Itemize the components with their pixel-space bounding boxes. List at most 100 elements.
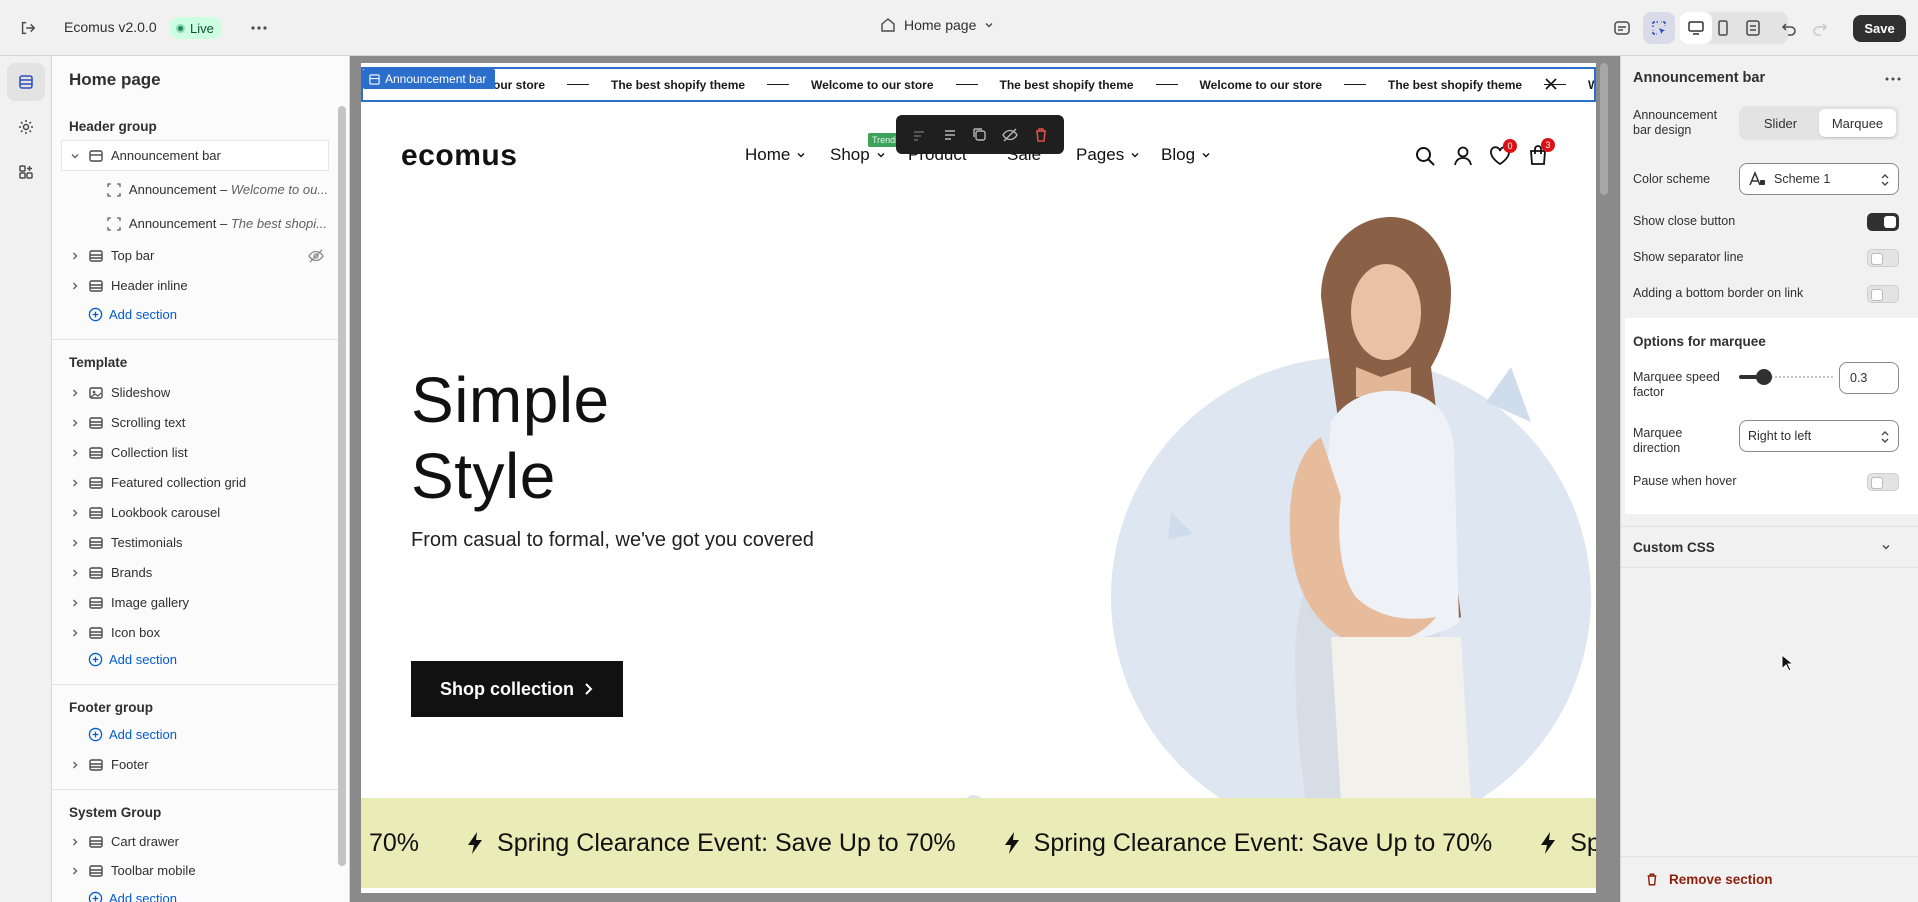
section-collection-list[interactable]: Collection list <box>62 438 328 467</box>
shop-collection-button[interactable]: Shop collection <box>411 661 623 717</box>
redo-icon[interactable] <box>1804 12 1836 44</box>
chevron-right-icon[interactable] <box>68 386 82 400</box>
remove-section-button[interactable]: Remove section <box>1621 856 1918 902</box>
more-icon[interactable] <box>1885 76 1901 82</box>
chevron-right-icon[interactable] <box>68 416 82 430</box>
pause-toggle[interactable] <box>1867 473 1899 491</box>
chevron-right-icon[interactable] <box>68 279 82 293</box>
section-header-inline[interactable]: Header inline <box>62 271 328 300</box>
hidden-eye-icon[interactable] <box>308 248 324 264</box>
chevron-right-icon[interactable] <box>68 566 82 580</box>
separator-line <box>767 83 790 86</box>
more-icon[interactable] <box>243 12 275 44</box>
bottom-border-toggle[interactable] <box>1867 285 1899 303</box>
chevron-right-icon[interactable] <box>68 506 82 520</box>
chevron-right-icon[interactable] <box>68 536 82 550</box>
add-section-footer[interactable]: Add section <box>88 727 177 742</box>
section-featured-collection-grid[interactable]: Featured collection grid <box>62 468 328 497</box>
announcement-text: Welcome to our store <box>811 77 934 92</box>
section-top-bar[interactable]: Top bar <box>62 241 328 270</box>
close-icon[interactable] <box>1543 76 1559 92</box>
add-section-header[interactable]: Add section <box>88 307 177 322</box>
theme-store-icon[interactable] <box>1606 12 1638 44</box>
section-lookbook-carousel[interactable]: Lookbook carousel <box>62 498 328 527</box>
move-down-icon[interactable] <box>942 127 958 143</box>
duplicate-icon[interactable] <box>972 127 988 143</box>
direction-select[interactable]: Right to left <box>1739 420 1899 452</box>
plus-circle-icon <box>88 652 103 667</box>
announcement-text: The best shopify theme <box>999 77 1134 92</box>
nav-pages[interactable]: Pages <box>1076 145 1140 165</box>
mobile-icon[interactable] <box>1707 12 1739 44</box>
chevron-right-icon[interactable] <box>68 864 82 878</box>
sections-icon[interactable] <box>7 63 45 101</box>
show-separator-toggle[interactable] <box>1867 249 1899 267</box>
add-section-template[interactable]: Add section <box>88 652 177 667</box>
design-option-marquee[interactable]: Marquee <box>1819 109 1896 137</box>
block-announcement-theme[interactable]: Announcement – The best shopi... <box>62 209 328 238</box>
promo-item: Sprin <box>1540 829 1596 858</box>
section-image-gallery[interactable]: Image gallery <box>62 588 328 617</box>
show-close-toggle[interactable] <box>1867 213 1899 231</box>
design-option-slider[interactable]: Slider <box>1742 109 1819 137</box>
chevron-right-icon[interactable] <box>68 758 82 772</box>
move-up-icon[interactable] <box>911 127 927 143</box>
delete-trash-icon[interactable] <box>1033 127 1049 143</box>
design-segmented: Slider Marquee <box>1739 106 1899 140</box>
section-brands[interactable]: Brands <box>62 558 328 587</box>
inspector-icon[interactable] <box>1643 12 1675 44</box>
speed-slider[interactable] <box>1739 367 1833 387</box>
section-label: Header inline <box>111 278 188 293</box>
undo-icon[interactable] <box>1773 12 1805 44</box>
page-selector[interactable]: Home page <box>880 17 994 33</box>
live-dot-icon <box>176 23 185 33</box>
hide-eye-icon[interactable] <box>1002 127 1019 143</box>
store-logo[interactable]: ecomus <box>401 139 517 173</box>
announcement-bar[interactable]: our store The best shopify theme Welcome t… <box>361 67 1596 102</box>
nav-blog[interactable]: Blog <box>1161 145 1211 165</box>
section-footer[interactable]: Footer <box>62 750 328 779</box>
exit-icon[interactable] <box>12 12 44 44</box>
announcement-text: our store <box>493 77 546 92</box>
chevron-right-icon[interactable] <box>68 596 82 610</box>
chevron-right-icon[interactable] <box>68 249 82 263</box>
hero-subtitle: From casual to formal, we've got you cov… <box>411 529 814 551</box>
chevron-down-icon <box>1131 153 1139 158</box>
chevron-right-icon[interactable] <box>68 476 82 490</box>
left-scrollbar[interactable] <box>338 106 346 866</box>
section-icon <box>88 415 104 431</box>
chevron-right-icon[interactable] <box>68 626 82 640</box>
chevron-down-icon <box>797 153 805 158</box>
chevron-right-icon[interactable] <box>68 835 82 849</box>
separator-line <box>955 83 978 86</box>
section-toolbar-mobile[interactable]: Toolbar mobile <box>62 856 328 885</box>
block-announcement-welcome[interactable]: Announcement – Welcome to ou... <box>62 175 328 204</box>
section-icon-box[interactable]: Icon box <box>62 618 328 647</box>
section-cart-drawer[interactable]: Cart drawer <box>62 827 328 856</box>
speed-slider-handle[interactable] <box>1756 369 1772 385</box>
section-scrolling-text[interactable]: Scrolling text <box>62 408 328 437</box>
nav-home[interactable]: Home <box>745 145 806 165</box>
section-testimonials[interactable]: Testimonials <box>62 528 328 557</box>
section-label: Brands <box>111 565 153 580</box>
nav-shop[interactable]: Shop <box>830 145 886 165</box>
settings-gear-icon[interactable] <box>7 108 45 146</box>
add-section-system[interactable]: Add section <box>88 891 177 902</box>
search-icon[interactable] <box>1414 145 1436 167</box>
custom-css-accordion[interactable]: Custom CSS <box>1621 527 1918 567</box>
section-icon <box>88 834 104 850</box>
section-label: Testimonials <box>111 535 183 550</box>
chevron-down-icon[interactable] <box>68 149 82 163</box>
section-label: Collection list <box>111 445 188 460</box>
chevron-right-icon[interactable] <box>68 446 82 460</box>
fullscreen-icon[interactable] <box>1737 12 1769 44</box>
save-button[interactable]: Save <box>1853 15 1906 42</box>
section-announcement-bar[interactable]: Announcement bar <box>62 141 328 170</box>
account-icon[interactable] <box>1452 145 1474 167</box>
apps-icon[interactable] <box>7 153 45 191</box>
settings-title: Announcement bar <box>1633 70 1766 86</box>
preview-scrollbar[interactable] <box>1600 63 1608 195</box>
color-scheme-select[interactable]: Scheme 1 <box>1739 163 1899 195</box>
speed-input[interactable]: 0.3 <box>1839 362 1899 394</box>
section-slideshow[interactable]: Slideshow <box>62 378 328 407</box>
